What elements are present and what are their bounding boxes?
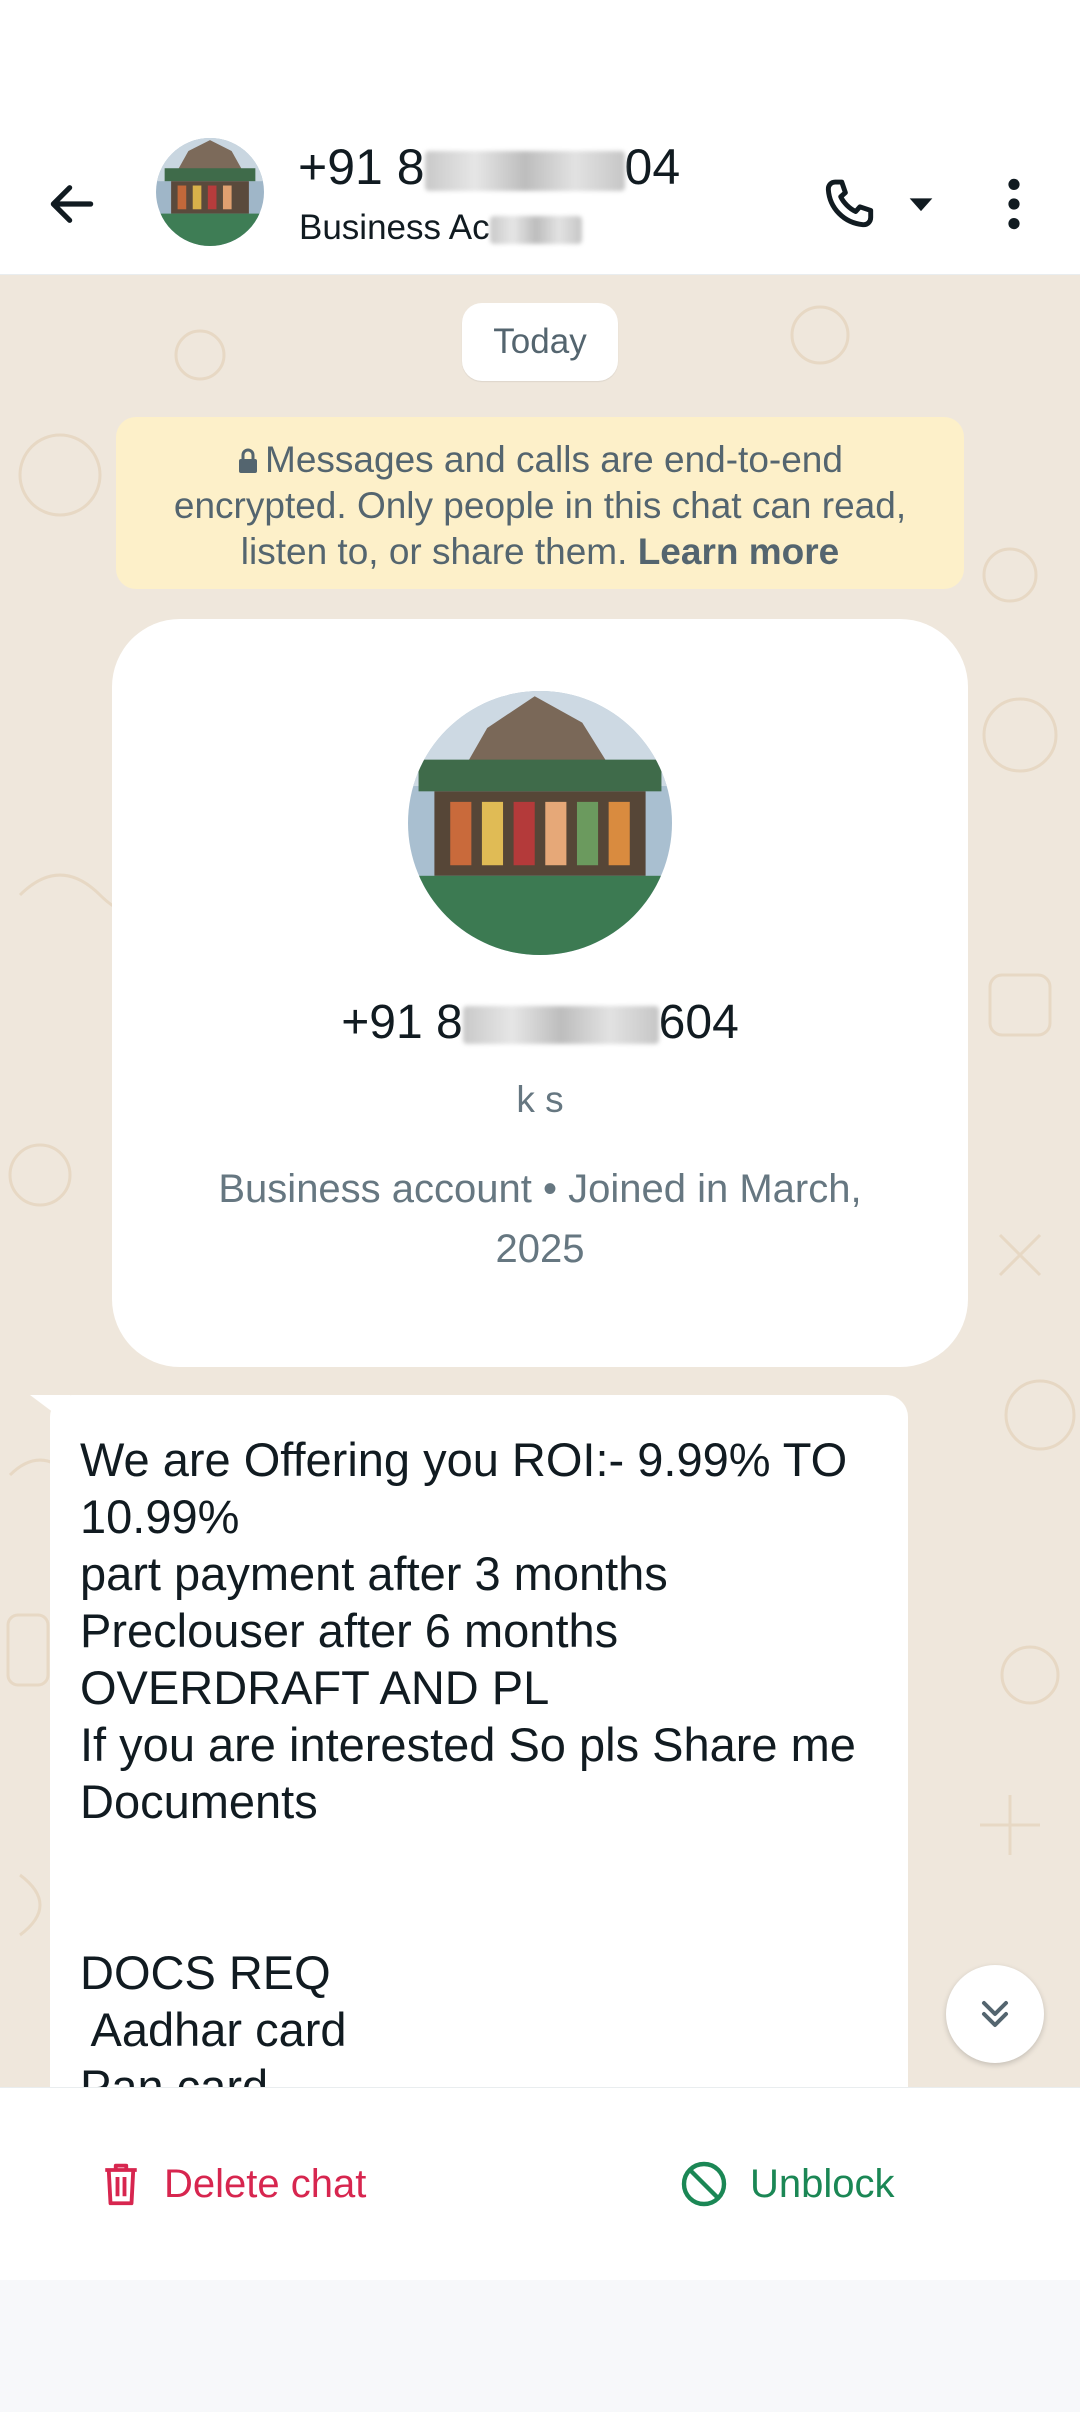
more-options-button[interactable] [984, 156, 1044, 252]
arrow-left-icon [50, 185, 94, 223]
date-chip: Today [462, 303, 618, 381]
blocked-actions-bar: Delete chat Unblock [0, 2087, 1080, 2280]
message-line: Documents [80, 1775, 318, 1828]
unblock-button[interactable]: Unblock [680, 2134, 980, 2234]
profile-number-end: 604 [658, 996, 739, 1049]
contact-info-card: +91 8 604 k s Business account • Joined i… [112, 619, 968, 1367]
contact-number-end: 04 [624, 139, 681, 195]
redacted-digits [424, 150, 625, 191]
message-line: DOCS REQ [80, 1946, 331, 1999]
profile-name: k s [516, 1079, 564, 1120]
message-line: We are Offering you ROI:- 9.99% TO [80, 1433, 848, 1486]
call-button[interactable] [818, 156, 958, 252]
contact-avatar[interactable] [156, 138, 264, 246]
profile-number-start: +91 8 [341, 996, 463, 1049]
contact-subtitle: Business Ac [299, 208, 582, 248]
message-line: If you are interested So pls Share me [80, 1718, 856, 1771]
avatar-photo [156, 138, 264, 246]
incoming-message[interactable]: We are Offering you ROI:- 9.99% TO 10.99… [50, 1395, 908, 2087]
trash-icon [105, 2163, 137, 2206]
profile-number: +91 8 604 [112, 995, 968, 1050]
message-line: 10.99% [80, 1490, 240, 1543]
unblock-label: Unblock [750, 2161, 895, 2206]
profile-avatar[interactable] [408, 691, 672, 955]
message-line: Aadhar card [80, 2003, 347, 2056]
message-line [80, 1887, 878, 1944]
scroll-to-bottom-button[interactable] [946, 1965, 1044, 2063]
redacted-subtitle [489, 215, 582, 244]
block-icon [681, 2161, 727, 2207]
chat-header: +91 8 04 Business Ac [0, 128, 1080, 275]
delete-chat-button[interactable]: Delete chat [100, 2134, 440, 2234]
back-button[interactable] [30, 162, 114, 246]
caret-down-icon[interactable] [904, 187, 938, 221]
status-bar [0, 0, 1080, 128]
contact-title-area[interactable]: +91 8 04 Business Ac [298, 134, 818, 254]
phone-icon [825, 179, 874, 228]
contact-number-start: +91 8 [298, 139, 425, 195]
lock-icon [239, 448, 258, 473]
double-chevron-down-icon [981, 2000, 1009, 2028]
profile-info: Business account • Joined in March, 2025 [218, 1167, 862, 1271]
contact-title: +91 8 04 [298, 138, 680, 196]
chat-area[interactable]: Today Messages and calls are end-to-end … [0, 275, 1080, 2087]
message-line: Preclouser after 6 months [80, 1604, 619, 1657]
contact-subtitle-text: Business Ac [299, 208, 490, 247]
more-vertical-icon [1008, 178, 1020, 230]
delete-chat-label: Delete chat [164, 2161, 367, 2206]
message-line: part payment after 3 months [80, 1547, 668, 1600]
message-line [80, 1830, 878, 1887]
message-line: Pan card [80, 2060, 269, 2087]
system-navigation-bar [0, 2280, 1080, 2412]
encryption-notice[interactable]: Messages and calls are end-to-end encryp… [116, 417, 964, 589]
learn-more-link[interactable]: Learn more [638, 531, 840, 572]
redacted-digits [462, 1006, 659, 1045]
message-line: OVERDRAFT AND PL [80, 1661, 550, 1714]
profile-photo [408, 691, 672, 955]
